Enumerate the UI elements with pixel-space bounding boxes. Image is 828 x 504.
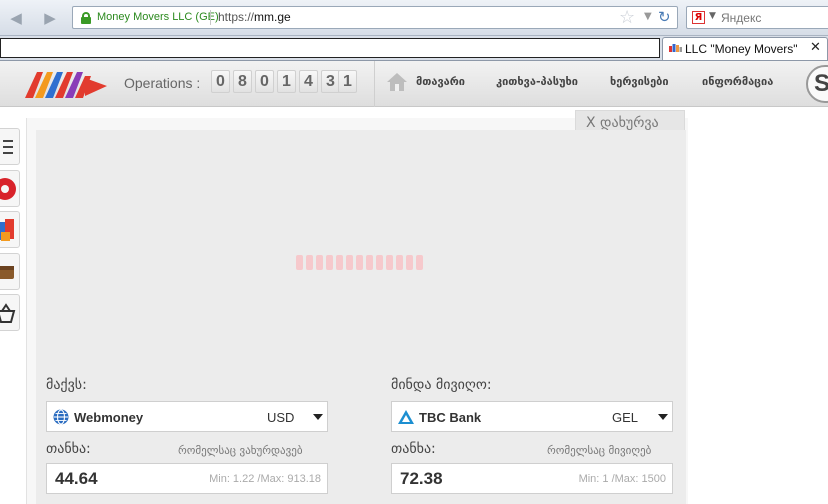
search-box[interactable]: Я ▼ Яндекс	[686, 6, 828, 29]
lock-icon	[81, 12, 91, 24]
site-header: Operations : 0 8 0 1 4 3 1 მთავარი კითხვ…	[0, 61, 828, 107]
tab-strip: LLC "Money Movers" ✕	[0, 36, 828, 61]
loading-indicator	[296, 255, 428, 271]
give-amount-value: 44.64	[55, 469, 98, 488]
receive-amount-label: თანხა:	[391, 441, 436, 457]
receive-amount-range: Min: 1 /Max: 1500	[578, 473, 666, 485]
counter-digit: 4	[299, 70, 318, 93]
close-panel-label: X დახურვა	[586, 115, 659, 131]
give-system-name: Webmoney	[74, 410, 144, 425]
forward-arrow-icon[interactable]: ▶	[40, 8, 60, 28]
lifebuoy-icon	[0, 178, 16, 200]
counter-digit: 0	[255, 70, 274, 93]
nav-information[interactable]: ინფორმაცია	[702, 75, 773, 88]
chevron-down-icon	[313, 414, 323, 420]
loader-bar	[346, 255, 353, 270]
counter-digit: 8	[233, 70, 252, 93]
nav-home[interactable]: მთავარი	[416, 75, 465, 88]
nav-divider	[374, 61, 375, 107]
give-amount-input[interactable]: 44.64 Min: 1.22 /Max: 913.18	[46, 463, 328, 494]
receive-label: მინდა მივიღო:	[391, 377, 492, 393]
side-button-boxes[interactable]	[0, 211, 20, 248]
counter-digit: 1	[338, 70, 357, 93]
loader-bar	[336, 255, 343, 270]
browser-toolbar: ◀ ▶ Money Movers LLC (GE) https://mm.ge …	[0, 0, 828, 36]
side-button-wallet[interactable]	[0, 253, 20, 290]
loader-bar	[296, 255, 303, 270]
give-amount-hint: რომელსაც ვახურდავებ	[178, 444, 303, 457]
search-engine-dropdown-icon[interactable]: ▼	[709, 11, 716, 21]
reload-icon[interactable]: ↻	[658, 8, 671, 26]
wallet-icon	[0, 266, 14, 279]
basket-icon	[0, 303, 16, 323]
boxes-icon	[0, 219, 14, 241]
home-icon[interactable]	[386, 71, 408, 93]
url-separator	[210, 10, 211, 25]
bookmark-star-icon[interactable]: ☆	[619, 7, 635, 28]
give-amount-label: თანხა:	[46, 441, 91, 457]
loader-bar	[316, 255, 323, 270]
browser-tab[interactable]: LLC "Money Movers" ✕	[662, 37, 828, 60]
give-currency: USD	[267, 410, 295, 425]
receive-currency: GEL	[612, 410, 639, 425]
url-host: mm.ge	[254, 10, 291, 24]
loader-bar	[366, 255, 373, 270]
receive-amount-hint: რომელსაც მივიღებ	[547, 444, 652, 457]
close-tab-icon[interactable]: ✕	[810, 40, 821, 55]
give-label: მაქვს:	[46, 377, 87, 393]
url-prefix: https://	[218, 10, 255, 24]
address-bar[interactable]: Money Movers LLC (GE) https://mm.ge ☆ ▼ …	[72, 6, 678, 29]
side-button-calculator[interactable]	[0, 128, 20, 165]
blank-toolbar-field[interactable]	[0, 38, 660, 58]
site-identity[interactable]: Money Movers LLC (GE)	[97, 11, 219, 23]
loader-bar	[416, 255, 423, 270]
url-text[interactable]: https://mm.ge	[218, 10, 291, 24]
site-favicon-icon	[669, 44, 682, 52]
loader-bar	[386, 255, 393, 270]
yandex-icon[interactable]: Я	[692, 11, 705, 24]
webmoney-icon	[53, 409, 69, 425]
counter-digit: 1	[277, 70, 296, 93]
tab-title: LLC "Money Movers"	[685, 42, 798, 56]
money-movers-logo[interactable]	[25, 68, 107, 100]
tbc-bank-icon	[398, 410, 414, 424]
back-arrow-icon[interactable]: ◀	[6, 8, 26, 28]
loader-bar	[406, 255, 413, 270]
nav-faq[interactable]: კითხვა-პასუხი	[496, 75, 578, 88]
chevron-down-icon	[658, 414, 668, 420]
receive-system-name: TBC Bank	[419, 410, 482, 425]
side-button-basket[interactable]	[0, 294, 20, 331]
search-placeholder[interactable]: Яндекс	[721, 11, 761, 25]
history-dropdown-icon[interactable]: ▼	[644, 11, 652, 22]
loader-bar	[306, 255, 313, 270]
loader-bar	[396, 255, 403, 270]
receive-system-select[interactable]: TBC Bank GEL	[391, 401, 673, 432]
receive-amount-value: 72.38	[400, 469, 443, 488]
calculator-icon	[3, 140, 13, 154]
loader-bar	[326, 255, 333, 270]
receive-amount-input[interactable]: 72.38 Min: 1 /Max: 1500	[391, 463, 673, 494]
skype-icon[interactable]: S	[806, 65, 828, 103]
side-button-lifebuoy[interactable]	[0, 170, 20, 207]
give-amount-range: Min: 1.22 /Max: 913.18	[209, 473, 321, 485]
counter-digit: 0	[211, 70, 230, 93]
nav-services[interactable]: ხერვისები	[610, 75, 669, 88]
give-system-select[interactable]: Webmoney USD	[46, 401, 328, 432]
loader-bar	[376, 255, 383, 270]
loader-bar	[356, 255, 363, 270]
operations-label: Operations :	[124, 75, 201, 91]
